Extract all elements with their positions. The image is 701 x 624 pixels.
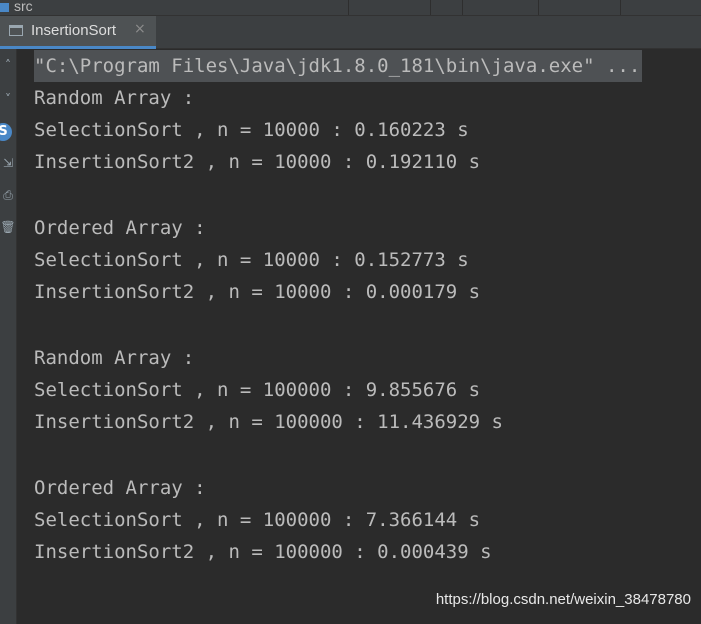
output-line: Random Array : xyxy=(34,347,195,369)
output-line: SelectionSort , n = 10000 : 0.160223 s xyxy=(34,119,469,141)
close-icon[interactable]: × xyxy=(134,21,146,37)
tab-insertionsort[interactable]: InsertionSort × xyxy=(0,16,156,49)
scroll-down-icon[interactable]: ˅ xyxy=(0,91,16,107)
soft-wrap-icon[interactable]: ⇲ xyxy=(0,155,16,171)
run-tool-window-tabbar: InsertionSort × xyxy=(0,16,701,49)
output-line: SelectionSort , n = 100000 : 9.855676 s xyxy=(34,379,481,401)
print-icon[interactable]: ⎙ xyxy=(0,187,16,203)
scroll-up-icon[interactable]: ˄ xyxy=(0,57,16,73)
watermark: https://blog.csdn.net/weixin_38478780 xyxy=(435,591,691,608)
output-line: Random Array : xyxy=(34,87,195,109)
console-icon xyxy=(9,25,23,36)
output-line: SelectionSort , n = 100000 : 7.366144 s xyxy=(34,509,481,531)
console-output[interactable]: "C:\Program Files\Java\jdk1.8.0_181\bin\… xyxy=(17,49,701,624)
rerun-icon[interactable]: S xyxy=(0,123,12,141)
project-tree-strip: src xyxy=(0,0,701,16)
output-line: Ordered Array : xyxy=(34,477,206,499)
output-line: InsertionSort2 , n = 10000 : 0.000179 s xyxy=(34,281,481,303)
divider xyxy=(462,0,463,15)
console-toolbar: ˄ ˅ S ⇲ ⎙ 🗑 xyxy=(0,49,17,624)
divider xyxy=(348,0,349,15)
output-line: InsertionSort2 , n = 100000 : 11.436929 … xyxy=(34,411,503,433)
divider xyxy=(620,0,621,15)
output-line: SelectionSort , n = 10000 : 0.152773 s xyxy=(34,249,469,271)
divider xyxy=(430,0,431,15)
folder-icon xyxy=(0,3,9,12)
divider xyxy=(538,0,539,15)
tab-label: InsertionSort xyxy=(31,22,117,39)
output-line: Ordered Array : xyxy=(34,217,206,239)
folder-src-label[interactable]: src xyxy=(14,0,33,14)
delete-icon[interactable]: 🗑 xyxy=(0,219,16,235)
command-line[interactable]: "C:\Program Files\Java\jdk1.8.0_181\bin\… xyxy=(34,50,643,82)
output-line: InsertionSort2 , n = 100000 : 0.000439 s xyxy=(34,541,492,563)
output-line: InsertionSort2 , n = 10000 : 0.192110 s xyxy=(34,151,481,173)
